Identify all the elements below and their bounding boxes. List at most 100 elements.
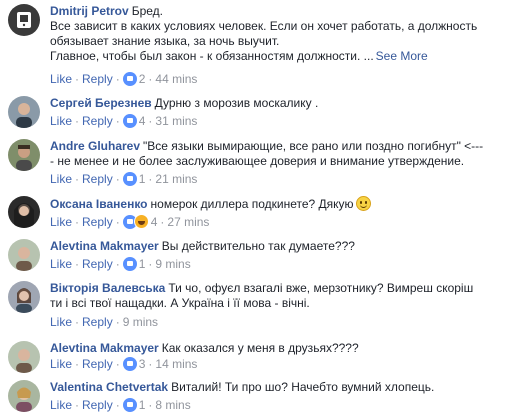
- separator-dot: ·: [148, 398, 153, 412]
- separator-dot: ·: [75, 257, 80, 271]
- separator-dot: ·: [148, 357, 153, 371]
- comment-time[interactable]: 14 mins: [155, 357, 197, 371]
- comment-actions: Like · Reply · 3 · 14 mins: [50, 357, 197, 372]
- reply-link[interactable]: Reply: [82, 398, 113, 412]
- comment-time[interactable]: 8 mins: [155, 398, 190, 412]
- comment-text: Виталий! Ти про шо? Начебто вумний хлопе…: [171, 380, 435, 394]
- comment-text: номерок диллера подкинете? Дякую: [150, 197, 354, 211]
- separator-dot: ·: [75, 72, 80, 86]
- comment-author[interactable]: Valentina Chetvertak: [50, 380, 168, 394]
- comment-body: Alevtina Makmayer Как оказался у меня в д…: [50, 341, 490, 356]
- reply-link[interactable]: Reply: [82, 172, 113, 186]
- comment-author[interactable]: Alevtina Makmayer: [50, 239, 159, 253]
- like-reaction-icon[interactable]: [122, 398, 137, 412]
- comment-body: Dmitrij Petrov Бред. Все зависит в каких …: [50, 4, 490, 64]
- avatar[interactable]: [8, 239, 40, 271]
- separator-dot: ·: [115, 114, 120, 128]
- avatar[interactable]: [8, 281, 40, 313]
- like-reaction-icon[interactable]: [122, 172, 137, 186]
- comment-body: Вікторія Валевська Ти чо, офуєл взагалі в…: [50, 281, 490, 311]
- like-link[interactable]: Like: [50, 114, 72, 128]
- reply-link[interactable]: Reply: [82, 315, 113, 329]
- separator-dot: ·: [115, 257, 120, 271]
- comment-actions: Like · Reply · 1 · 8 mins: [50, 398, 191, 413]
- reply-link[interactable]: Reply: [82, 257, 113, 271]
- avatar[interactable]: [8, 96, 40, 128]
- like-reaction-icon[interactable]: [122, 72, 137, 86]
- separator-dot: ·: [148, 114, 153, 128]
- comment-time[interactable]: 9 mins: [123, 315, 158, 329]
- see-more-link[interactable]: See More: [376, 49, 428, 63]
- separator-dot: ·: [115, 398, 120, 412]
- separator-dot: ·: [115, 215, 120, 229]
- comment-time[interactable]: 44 mins: [155, 72, 197, 86]
- comment-time[interactable]: 27 mins: [167, 215, 209, 229]
- comment-author[interactable]: Сергей Березнев: [50, 96, 152, 110]
- comment-author[interactable]: Alevtina Makmayer: [50, 341, 159, 355]
- like-link[interactable]: Like: [50, 315, 72, 329]
- reply-link[interactable]: Reply: [82, 215, 113, 229]
- comment-actions: Like · Reply · 1 · 21 mins: [50, 172, 197, 187]
- reaction-count[interactable]: 4: [151, 215, 158, 229]
- comment-text-line: Все зависит в каких условиях человек. Ес…: [50, 19, 478, 33]
- like-link[interactable]: Like: [50, 357, 72, 371]
- comment-body: Alevtina Makmayer Вы действительно так ду…: [50, 239, 490, 254]
- separator-dot: ·: [115, 357, 120, 371]
- separator-dot: ·: [148, 72, 153, 86]
- comment-text-line: - не менее и не более заслуживающее дове…: [50, 154, 465, 168]
- separator-dot: ·: [75, 215, 80, 229]
- comment-text: Дурню з морозив москалику .: [154, 96, 319, 110]
- separator-dot: ·: [160, 215, 165, 229]
- like-reaction-icon[interactable]: [122, 257, 137, 271]
- like-link[interactable]: Like: [50, 72, 72, 86]
- like-reaction-icon[interactable]: [122, 357, 137, 371]
- reaction-count[interactable]: 3: [139, 357, 146, 371]
- reply-link[interactable]: Reply: [82, 357, 113, 371]
- separator-dot: ·: [75, 398, 80, 412]
- avatar[interactable]: [8, 139, 40, 171]
- reaction-count[interactable]: 1: [139, 398, 146, 412]
- reply-link[interactable]: Reply: [82, 114, 113, 128]
- comment-body: Valentina Chetvertak Виталий! Ти про шо? …: [50, 380, 490, 395]
- comment-body: Оксана Іваненко номерок диллера подкинете…: [50, 196, 490, 212]
- like-link[interactable]: Like: [50, 172, 72, 186]
- comment-text-line: Главное, чтобы был закон - к обязанностя…: [50, 49, 374, 63]
- like-link[interactable]: Like: [50, 215, 72, 229]
- comment-text: Вы действительно так думаете???: [161, 239, 355, 253]
- separator-dot: ·: [115, 72, 120, 86]
- avatar[interactable]: [8, 380, 40, 412]
- like-reaction-icon[interactable]: [122, 114, 137, 128]
- comment-time[interactable]: 9 mins: [155, 257, 190, 271]
- comment-text: "Все языки вымирающие, все рано или позд…: [143, 139, 484, 153]
- comment-author[interactable]: Вікторія Валевська: [50, 281, 165, 295]
- comment-author[interactable]: Оксана Іваненко: [50, 197, 148, 211]
- comment-text: Бред.: [131, 4, 163, 18]
- reaction-count[interactable]: 1: [139, 257, 146, 271]
- comment-body: Andre Gluharev "Все языки вымирающие, все…: [50, 139, 490, 169]
- reaction-count[interactable]: 2: [139, 72, 146, 86]
- avatar[interactable]: [8, 4, 40, 36]
- separator-dot: ·: [148, 172, 153, 186]
- comment-text-line: обязывает знание языка, за ночь выучит.: [50, 34, 280, 48]
- comment-body: Сергей Березнев Дурню з морозив москалику…: [50, 96, 490, 111]
- separator-dot: ·: [75, 315, 80, 329]
- separator-dot: ·: [75, 172, 80, 186]
- reply-link[interactable]: Reply: [82, 72, 113, 86]
- comment-list: Dmitrij Petrov Бред. Все зависит в каких …: [0, 0, 508, 418]
- comment-author[interactable]: Andre Gluharev: [50, 139, 140, 153]
- comment-time[interactable]: 21 mins: [155, 172, 197, 186]
- comment-actions: Like · Reply · 4 · 31 mins: [50, 114, 197, 129]
- separator-dot: ·: [115, 172, 120, 186]
- comment-author[interactable]: Dmitrij Petrov: [50, 4, 129, 18]
- avatar[interactable]: [8, 341, 40, 373]
- smile-emoji-icon: [355, 196, 371, 211]
- reaction-count[interactable]: 4: [139, 114, 146, 128]
- comment-text: Как оказался у меня в друзьях????: [161, 341, 359, 355]
- like-link[interactable]: Like: [50, 398, 72, 412]
- comment-actions: Like · Reply · 4 · 27 mins: [50, 214, 209, 229]
- comment-time[interactable]: 31 mins: [155, 114, 197, 128]
- avatar[interactable]: [8, 196, 40, 228]
- like-link[interactable]: Like: [50, 257, 72, 271]
- haha-reaction-icon[interactable]: [133, 214, 149, 229]
- reaction-count[interactable]: 1: [139, 172, 146, 186]
